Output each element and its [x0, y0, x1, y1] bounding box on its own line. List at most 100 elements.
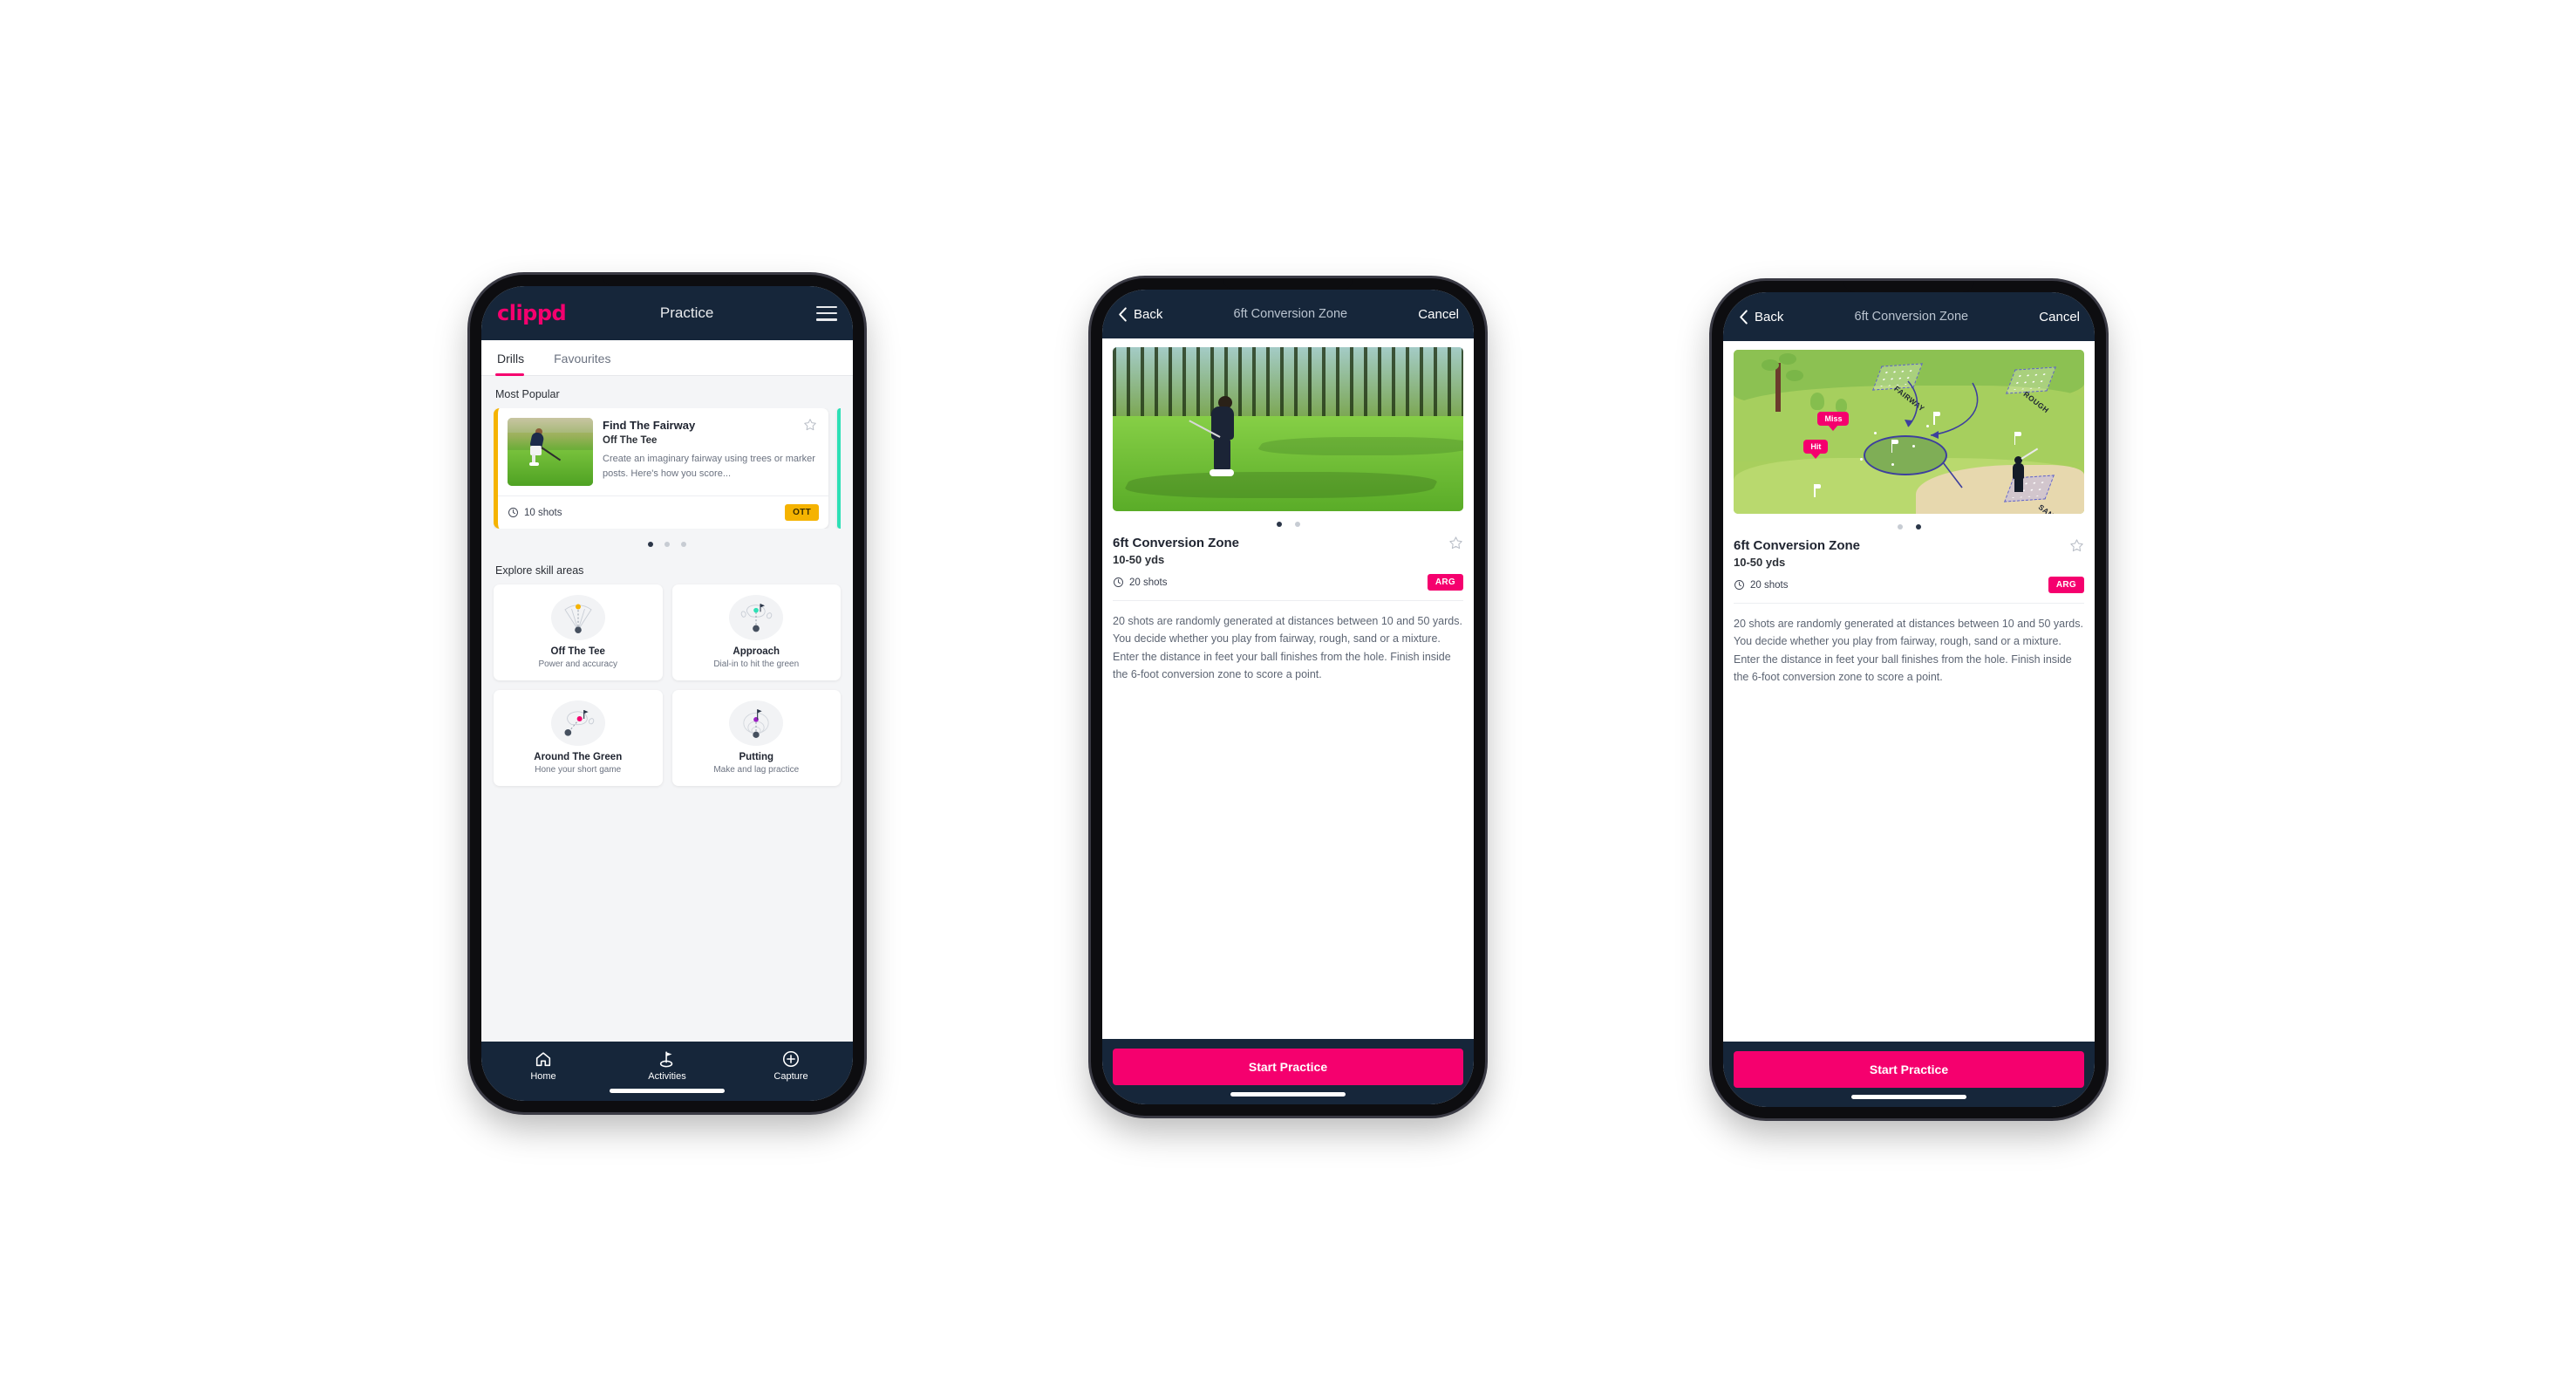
skill-card-approach[interactable]: Approach Dial-in to hit the green — [671, 584, 841, 680]
chevron-left-icon — [1740, 309, 1748, 325]
detail-header: Back 6ft Conversion Zone Cancel — [1723, 292, 2095, 341]
chevron-left-icon — [1119, 306, 1127, 322]
approach-green-icon — [729, 595, 784, 640]
app-header: clippd Practice — [481, 286, 853, 340]
tag-miss: Miss — [1817, 412, 1850, 427]
golfer-figure-icon — [2009, 448, 2038, 493]
hamburger-menu-icon[interactable] — [816, 305, 837, 321]
skill-name: Approach — [733, 646, 780, 657]
skill-card-off-the-tee[interactable]: Off The Tee Power and accuracy — [494, 584, 663, 680]
back-label: Back — [1755, 309, 1784, 325]
skill-desc: Make and lag practice — [713, 765, 800, 775]
skill-desc: Hone your short game — [535, 765, 622, 775]
shots-clock-icon — [1114, 577, 1123, 587]
carousel-dot[interactable] — [1897, 524, 1903, 530]
carousel-dot[interactable] — [681, 542, 686, 547]
drill-shots: 20 shots — [1734, 579, 1788, 591]
skill-name: Around The Green — [534, 752, 623, 762]
home-indicator — [1851, 1095, 1966, 1099]
start-practice-button[interactable]: Start Practice — [1734, 1051, 2084, 1088]
drill-thumbnail — [508, 418, 593, 486]
tag-hit: Hit — [1803, 440, 1829, 454]
drill-detail-screen-illustration: Back 6ft Conversion Zone Cancel FAIRWAY … — [1723, 292, 2095, 1107]
detail-body: FAIRWAY ROUGH SAND Miss Hit 6ft Conversi… — [1723, 341, 2095, 1042]
start-practice-button[interactable]: Start Practice — [1113, 1049, 1463, 1085]
golf-flag-icon — [659, 1051, 673, 1068]
drill-card-footer: 10 shots OTT — [498, 495, 828, 529]
detail-title: 6ft Conversion Zone — [1854, 310, 1969, 324]
nav-item-home[interactable]: Home — [508, 1049, 578, 1082]
drill-card[interactable]: Find The Fairway Off The Tee Create an i… — [494, 408, 828, 529]
shots-clock-icon — [508, 508, 518, 517]
detail-meta-row: 20 shots ARG — [1113, 574, 1463, 601]
shot-path-arrows — [1905, 380, 1979, 489]
phone-notch — [1843, 281, 1974, 292]
cancel-button[interactable]: Cancel — [1418, 307, 1459, 322]
conversion-zone-green — [1863, 434, 1947, 475]
drill-carousel[interactable]: Find The Fairway Off The Tee Create an i… — [494, 408, 841, 529]
drill-card-next-peek[interactable] — [837, 408, 841, 529]
shots-clock-icon — [1734, 580, 1744, 590]
most-popular-heading: Most Popular — [495, 388, 560, 400]
star-outline-icon[interactable] — [1448, 536, 1463, 550]
tab-favourites[interactable]: Favourites — [552, 340, 623, 375]
drill-hero-illustration[interactable]: FAIRWAY ROUGH SAND Miss Hit — [1734, 350, 2084, 514]
cancel-button[interactable]: Cancel — [2039, 310, 2080, 325]
carousel-dot[interactable] — [1294, 522, 1300, 527]
drill-shots-label: 20 shots — [1750, 579, 1789, 591]
drill-detail-screen: Back 6ft Conversion Zone Cancel 6ft Conv… — [1102, 290, 1474, 1104]
drill-shots-label: 10 shots — [524, 507, 562, 518]
flag-pin-icon — [2011, 432, 2021, 445]
back-label: Back — [1134, 306, 1163, 322]
nav-label: Home — [530, 1071, 556, 1082]
back-button[interactable]: Back — [1117, 307, 1162, 322]
clippd-logo: clippd — [497, 301, 567, 325]
drill-detail-title: 6ft Conversion Zone — [1734, 538, 1861, 553]
drill-skill-badge: ARG — [2048, 577, 2084, 593]
star-outline-icon[interactable] — [2069, 538, 2084, 553]
drill-description: Create an imaginary fairway using trees … — [603, 454, 815, 479]
nav-item-activities[interactable]: Activities — [632, 1049, 702, 1082]
detail-body: 6ft Conversion Zone 10-50 yds 20 shots A… — [1102, 338, 1474, 1039]
phone-mockup-drill-detail-illustration: Back 6ft Conversion Zone Cancel FAIRWAY … — [1712, 281, 2106, 1118]
carousel-dot[interactable] — [648, 542, 653, 547]
page-title: Practice — [659, 304, 714, 321]
nav-label: Capture — [773, 1071, 808, 1082]
detail-title-row: 6ft Conversion Zone 10-50 yds — [1113, 536, 1463, 566]
drill-subtitle: Off The Tee — [603, 435, 658, 446]
skill-desc: Power and accuracy — [538, 659, 618, 669]
skill-card-putting[interactable]: Putting Make and lag practice — [671, 690, 841, 786]
detail-meta-row: 20 shots ARG — [1734, 577, 2084, 604]
drill-hero-photo[interactable] — [1113, 347, 1463, 511]
screenshot-stage: clippd Practice Drills Favourites Most P… — [0, 0, 2576, 1387]
carousel-dot[interactable] — [1915, 524, 1921, 530]
drill-detail-title: 6ft Conversion Zone — [1113, 536, 1240, 550]
carousel-dot[interactable] — [664, 542, 670, 547]
flag-pin-icon — [1888, 440, 1898, 454]
star-outline-icon[interactable] — [803, 418, 817, 432]
drill-description: 20 shots are randomly generated at dista… — [1113, 615, 1462, 680]
drill-shots-label: 20 shots — [1129, 577, 1168, 588]
detail-title: 6ft Conversion Zone — [1233, 307, 1348, 321]
hero-carousel-dots — [1734, 514, 2084, 538]
detail-title-row: 6ft Conversion Zone 10-50 yds — [1734, 538, 2084, 569]
nav-item-capture[interactable]: Capture — [756, 1049, 826, 1082]
plus-circle-icon — [782, 1050, 800, 1068]
phone-mockup-drill-detail-photo: Back 6ft Conversion Zone Cancel 6ft Conv… — [1091, 278, 1485, 1116]
skill-desc: Dial-in to hit the green — [713, 659, 800, 669]
skill-name: Off The Tee — [550, 646, 605, 657]
drill-title: Find The Fairway — [603, 419, 696, 432]
drill-distance: 10-50 yds — [1734, 556, 1786, 569]
skill-card-around-the-green[interactable]: Around The Green Hone your short game — [494, 690, 663, 786]
back-button[interactable]: Back — [1738, 310, 1783, 325]
chip-around-green-icon — [550, 700, 605, 746]
drill-info: Find The Fairway Off The Tee Create an i… — [603, 418, 819, 486]
home-icon — [535, 1052, 551, 1067]
tee-shot-dispersion-icon — [550, 595, 605, 640]
drill-shots: 20 shots — [1113, 577, 1167, 588]
carousel-dot[interactable] — [1276, 522, 1282, 527]
flag-pin-icon — [1930, 412, 1941, 426]
practice-content: Most Popular Find The Fairway Off The Te… — [481, 376, 853, 1042]
tab-drills[interactable]: Drills — [495, 340, 536, 376]
drill-distance: 10-50 yds — [1113, 553, 1165, 566]
